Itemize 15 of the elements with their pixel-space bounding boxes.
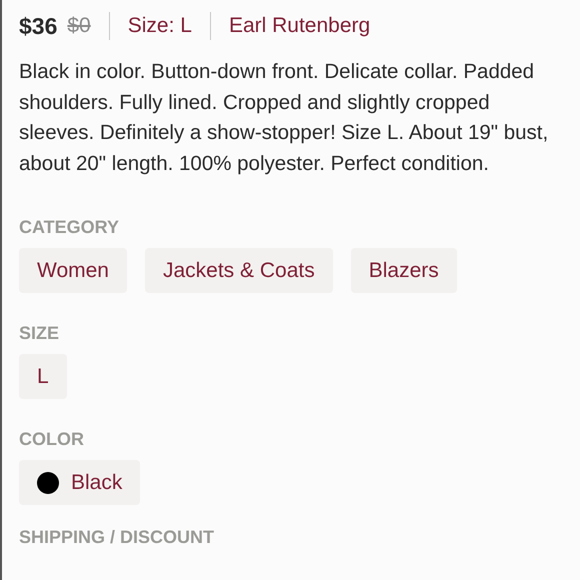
tag[interactable]: Women bbox=[19, 248, 127, 293]
tag[interactable]: L bbox=[19, 354, 67, 399]
tag[interactable]: Blazers bbox=[350, 248, 457, 293]
section-title: CATEGORY bbox=[19, 217, 120, 238]
size-link[interactable]: Size: L bbox=[128, 14, 192, 38]
color-tag[interactable]: Black bbox=[19, 460, 140, 505]
description: Black in color. Button-down front. Delicate collar. Padded shoulders. Fully lined. Cropped and slightly cropped sleeves. Definitely a show-stopper! Size L. About 19" bust, about 20" length. 100% polyester. Perfect condition. bbox=[19, 59, 550, 176]
section-title: SIZE bbox=[19, 323, 60, 344]
original-price: $0 bbox=[67, 14, 91, 38]
section-title: SHIPPING / DISCOUNT bbox=[19, 527, 216, 548]
color-label: Black bbox=[71, 470, 122, 494]
tag[interactable]: Jackets & Coats bbox=[144, 248, 333, 293]
section-title: COLOR bbox=[19, 429, 85, 450]
brand-link[interactable]: Earl Rutenberg bbox=[228, 14, 370, 38]
price: $36 bbox=[19, 12, 58, 40]
